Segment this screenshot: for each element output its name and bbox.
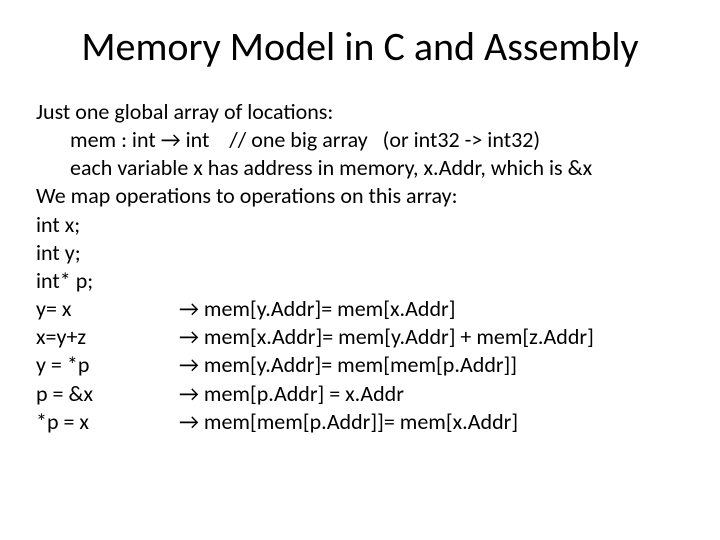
mapping-right: → mem[x.Addr]= mem[y.Addr] + mem[z.Addr] [179,323,684,351]
intro-line-4: We map operations to operations on this … [36,182,684,210]
decl-x: int x; [36,211,684,239]
mapping-row: p = &x → mem[p.Addr] = x.Addr [36,380,684,408]
arrow-icon: → [161,126,181,154]
mapping-right: → mem[mem[p.Addr]]= mem[x.Addr] [179,408,684,436]
slide-body: Just one global array of locations: mem … [36,98,684,436]
decl-p: int* p; [36,267,684,295]
intro-l2-post: int // one big array (or int32 -> int32) [181,126,540,153]
mapping-right-text: mem[y.Addr]= mem[x.Addr] [199,295,456,322]
mapping-left: p = &x [36,380,179,408]
mapping-right-text: mem[x.Addr]= mem[y.Addr] + mem[z.Addr] [199,323,594,350]
mapping-row: y= x → mem[y.Addr]= mem[x.Addr] [36,295,684,323]
mapping-right-text: mem[y.Addr]= mem[mem[p.Addr]] [199,351,517,378]
mapping-right-text: mem[p.Addr] = x.Addr [199,380,404,407]
mapping-left: y= x [36,295,179,323]
decl-y: int y; [36,239,684,267]
mapping-row: x=y+z → mem[x.Addr]= mem[y.Addr] + mem[z… [36,323,684,351]
mapping-left: *p = x [36,408,179,436]
intro-l2-pre: mem : int [70,126,161,153]
intro-line-2: mem : int → int // one big array (or int… [36,126,684,154]
mapping-right-text: mem[mem[p.Addr]]= mem[x.Addr] [199,408,518,435]
mapping-left: y = *p [36,351,179,379]
mapping-right: → mem[y.Addr]= mem[mem[p.Addr]] [179,351,684,379]
mapping-row: *p = x → mem[mem[p.Addr]]= mem[x.Addr] [36,408,684,436]
mapping-row: y = *p → mem[y.Addr]= mem[mem[p.Addr]] [36,351,684,379]
slide: Memory Model in C and Assembly Just one … [0,0,720,540]
arrow-icon: → [179,351,199,379]
mapping-right: → mem[p.Addr] = x.Addr [179,380,684,408]
intro-line-3: each variable x has address in memory, x… [36,154,684,182]
arrow-icon: → [179,408,199,436]
intro-line-1: Just one global array of locations: [36,98,684,126]
mapping-right: → mem[y.Addr]= mem[x.Addr] [179,295,684,323]
arrow-icon: → [179,380,199,408]
slide-title: Memory Model in C and Assembly [36,24,684,70]
arrow-icon: → [179,295,199,323]
mapping-left: x=y+z [36,323,179,351]
arrow-icon: → [179,323,199,351]
